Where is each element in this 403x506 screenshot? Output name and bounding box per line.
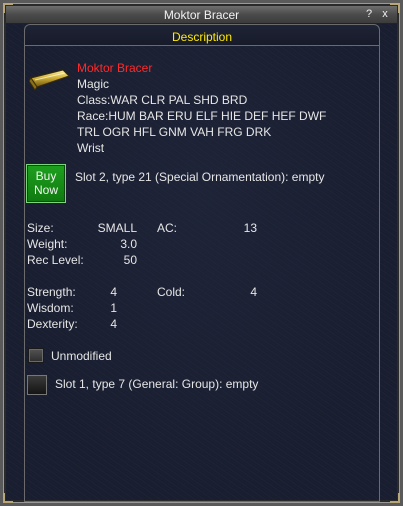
item-class-line: Class:WAR CLR PAL SHD BRD (77, 93, 248, 107)
dexterity-value: 4 (110, 317, 117, 331)
augment-slot-2-text: Slot 2, type 21 (Special Ornamentation):… (75, 170, 325, 184)
ac-value: 13 (243, 221, 257, 235)
cold-value: 4 (250, 285, 257, 299)
strength-value: 4 (110, 285, 117, 299)
weight-label: Weight: (27, 237, 68, 251)
item-slot-line: Wrist (77, 141, 105, 155)
buy-now-button[interactable]: Buy Now (26, 164, 66, 203)
weight-value: 3.0 (120, 237, 137, 251)
close-button[interactable]: x (379, 9, 391, 20)
wisdom-value: 1 (110, 301, 117, 315)
wisdom-label: Wisdom: (27, 301, 74, 315)
ac-label: AC: (157, 221, 178, 235)
augment-slot-1-box[interactable] (27, 375, 47, 395)
item-race-line-2: TRL OGR HFL GNM VAH FRG DRK (77, 125, 272, 139)
frame-corner (390, 493, 400, 503)
size-value: SMALL (97, 221, 137, 235)
help-button[interactable]: ? (363, 9, 375, 20)
buy-now-label-2: Now (33, 183, 58, 197)
tab-description[interactable]: Description (24, 24, 380, 46)
tab-label: Description (171, 30, 233, 44)
frame-corner (3, 493, 13, 503)
strength-label: Strength: (27, 285, 76, 299)
title-bar[interactable]: Moktor Bracer ? x (6, 6, 397, 24)
dexterity-label: Dexterity: (27, 317, 78, 331)
item-details: Moktor Bracer Magic Class:WAR CLR PAL SH… (77, 60, 326, 156)
rec-level-label: Rec Level: (27, 253, 84, 267)
cold-label: Cold: (157, 285, 186, 299)
bracer-icon (29, 69, 70, 91)
rec-level-value: 50 (123, 253, 137, 267)
augment-slot-1-text: Slot 1, type 7 (General: Group): empty (55, 377, 259, 391)
unmodified-checkbox[interactable] (28, 348, 44, 363)
unmodified-label: Unmodified (51, 349, 112, 363)
size-label: Size: (27, 221, 54, 235)
item-race-line: Race:HUM BAR ERU ELF HIE DEF HEF DWF (77, 109, 327, 123)
window-title: Moktor Bracer (163, 8, 240, 22)
item-name: Moktor Bracer (77, 61, 153, 75)
item-type-line: Magic (77, 77, 110, 91)
buy-now-label-1: Buy (35, 169, 57, 183)
